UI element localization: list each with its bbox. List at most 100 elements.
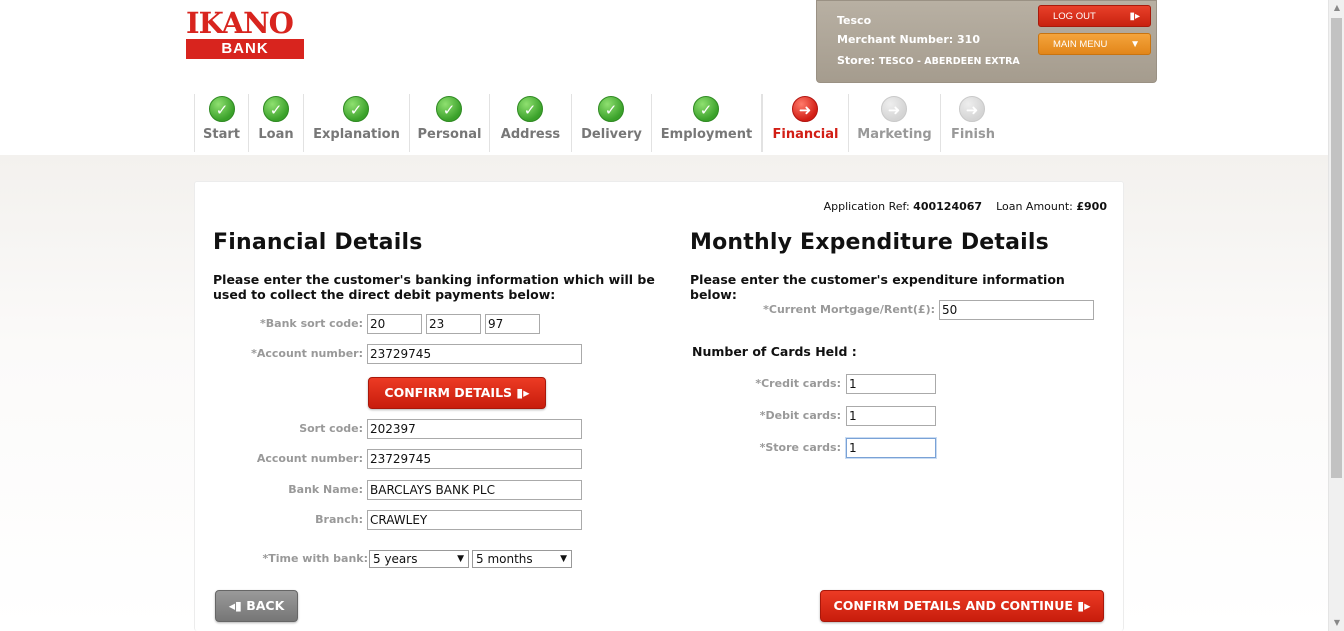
cards-held-heading: Number of Cards Held : (692, 344, 857, 359)
scroll-down-icon[interactable]: ▼ (1329, 615, 1344, 631)
main-card: Application Ref: 400124067 Loan Amount: … (194, 181, 1124, 631)
sort-code-part-2-input[interactable] (426, 314, 481, 334)
sort-code-part-1-input[interactable] (367, 314, 422, 334)
confirm-details-button[interactable]: CONFIRM DETAILS ▮▸ (368, 377, 546, 409)
sort-code-part-3-input[interactable] (485, 314, 540, 334)
step-label: Start (203, 127, 240, 142)
vertical-scrollbar[interactable]: ▲ ▼ (1328, 0, 1344, 631)
result-sort-code-field[interactable] (367, 419, 582, 439)
application-summary: Application Ref: 400124067 Loan Amount: … (824, 200, 1107, 213)
logout-button[interactable]: LOG OUT ▮▸ (1038, 5, 1151, 27)
store-label: Store: (837, 54, 876, 67)
tag-arrow-icon: ▮▸ (1129, 11, 1140, 22)
store-cards-label: *Store cards: (759, 441, 841, 454)
application-ref-value: 400124067 (913, 200, 983, 213)
step-label: Financial (772, 127, 839, 142)
confirm-details-label: CONFIRM DETAILS (384, 385, 513, 400)
dropdown-arrow-icon: ▼ (457, 554, 464, 564)
main-menu-button[interactable]: MAIN MENU ▼ (1038, 33, 1151, 55)
back-button[interactable]: ◂▮ BACK (215, 590, 298, 622)
bank-sort-code-label: *Bank sort code: (260, 317, 363, 330)
step-finish[interactable]: ➜ Finish (941, 94, 1005, 152)
branch-label: Branch: (315, 513, 363, 526)
logout-label: LOG OUT (1053, 11, 1096, 22)
confirm-and-continue-button[interactable]: CONFIRM DETAILS AND CONTINUE ▮▸ (820, 590, 1104, 622)
step-financial[interactable]: ➜ Financial (762, 94, 849, 152)
mortgage-rent-input[interactable] (939, 300, 1094, 320)
check-icon: ✓ (693, 96, 719, 122)
check-icon: ✓ (517, 96, 543, 122)
scrollbar-thumb[interactable] (1331, 18, 1342, 478)
result-account-number-field[interactable] (367, 449, 582, 469)
time-with-bank-label: *Time with bank: (262, 552, 368, 565)
financial-details-title: Financial Details (213, 230, 423, 255)
expenditure-details-title: Monthly Expenditure Details (690, 230, 1049, 255)
financial-intro: Please enter the customer's banking info… (213, 272, 655, 302)
step-label: Personal (417, 127, 482, 142)
expenditure-intro: Please enter the customer's expenditure … (690, 272, 1065, 302)
step-loan[interactable]: ✓ Loan (249, 94, 304, 152)
step-address[interactable]: ✓ Address (490, 94, 572, 152)
account-number-input[interactable] (367, 344, 582, 364)
step-label: Delivery (581, 127, 642, 142)
step-label: Explanation (313, 127, 400, 142)
check-icon: ✓ (209, 96, 235, 122)
store-cards-input[interactable] (846, 438, 936, 458)
tag-arrow-icon: ▮▸ (1077, 598, 1091, 613)
bank-name-field[interactable] (367, 480, 582, 500)
main-menu-label: MAIN MENU (1053, 39, 1108, 50)
credit-cards-label: *Credit cards: (755, 377, 841, 390)
debit-cards-label: *Debit cards: (759, 409, 841, 422)
store-value: TESCO - ABERDEEN EXTRA (878, 56, 1020, 67)
step-marketing[interactable]: ➜ Marketing (849, 94, 941, 152)
scroll-up-icon[interactable]: ▲ (1329, 0, 1344, 16)
merchant-number-value: 310 (957, 33, 980, 46)
time-years-value: 5 years (373, 552, 418, 566)
credit-cards-input[interactable] (846, 374, 936, 394)
confirm-and-continue-label: CONFIRM DETAILS AND CONTINUE (833, 598, 1073, 613)
step-delivery[interactable]: ✓ Delivery (572, 94, 652, 152)
check-icon: ✓ (343, 96, 369, 122)
time-months-select[interactable]: 5 months ▼ (472, 550, 572, 568)
result-sort-code-label: Sort code: (299, 422, 363, 435)
step-label: Marketing (857, 127, 932, 142)
merchant-number-label: Merchant Number: (837, 33, 954, 46)
step-personal[interactable]: ✓ Personal (410, 94, 490, 152)
result-account-number-label: Account number: (256, 452, 363, 465)
back-label: BACK (246, 598, 285, 613)
branch-field[interactable] (367, 510, 582, 530)
shield-icon: ▼ (1130, 39, 1140, 50)
tag-arrow-left-icon: ◂▮ (228, 598, 242, 613)
dropdown-arrow-icon: ▼ (560, 554, 567, 564)
step-label: Address (500, 127, 561, 142)
time-years-select[interactable]: 5 years ▼ (369, 550, 469, 568)
merchant-panel: Tesco Merchant Number: 310 Store: TESCO … (816, 0, 1157, 83)
check-icon: ✓ (598, 96, 624, 122)
step-label: Employment (660, 127, 753, 142)
step-explanation[interactable]: ✓ Explanation (304, 94, 410, 152)
arrow-right-icon: ➜ (881, 96, 907, 122)
time-months-value: 5 months (476, 552, 533, 566)
account-number-label: *Account number: (251, 347, 363, 360)
application-ref-label: Application Ref: (823, 200, 910, 213)
logo-bank-bar: BANK (186, 39, 304, 59)
step-label: Finish (950, 127, 996, 142)
arrow-right-icon: ➜ (792, 96, 818, 122)
logo-wordmark: IKANO (186, 6, 294, 40)
step-employment[interactable]: ✓ Employment (652, 94, 762, 152)
ikano-bank-logo: IKANO BANK (186, 9, 304, 60)
step-start[interactable]: ✓ Start (194, 94, 249, 152)
tag-arrow-icon: ▮▸ (516, 385, 530, 400)
loan-amount-label: Loan Amount: (996, 200, 1073, 213)
mortgage-rent-label: *Current Mortgage/Rent(£): (763, 303, 935, 316)
check-icon: ✓ (263, 96, 289, 122)
check-icon: ✓ (436, 96, 462, 122)
merchant-name: Tesco (837, 14, 872, 27)
arrow-right-icon: ➜ (959, 96, 985, 122)
loan-amount-value: £900 (1076, 200, 1107, 213)
step-label: Loan (258, 127, 294, 142)
debit-cards-input[interactable] (846, 406, 936, 426)
store-line: Store: TESCO - ABERDEEN EXTRA (837, 54, 1020, 67)
merchant-number-line: Merchant Number: 310 (837, 33, 980, 46)
bank-name-label: Bank Name: (288, 483, 363, 496)
